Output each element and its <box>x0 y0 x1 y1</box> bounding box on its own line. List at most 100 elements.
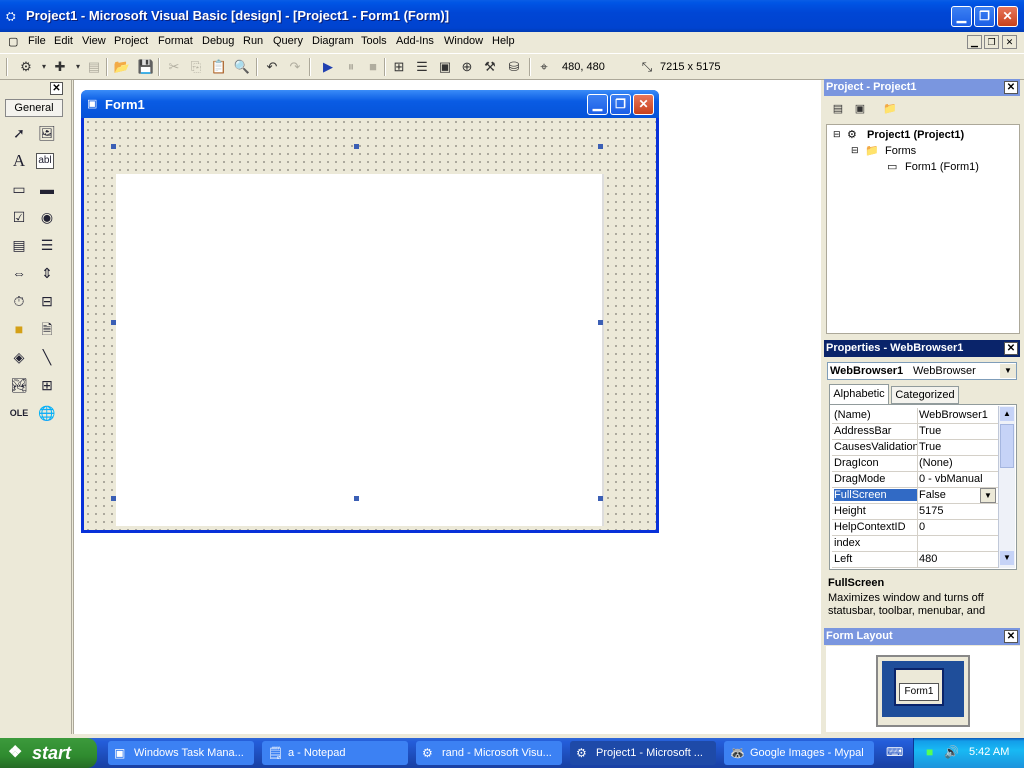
mdi-minimize-button[interactable]: ▁ <box>967 35 982 49</box>
add-form-icon[interactable]: ✚ <box>50 57 70 77</box>
menu-view[interactable]: View <box>82 35 106 47</box>
tree-forms-folder[interactable]: Forms <box>885 145 916 157</box>
vb-app-icon[interactable]: ⛭ <box>6 9 20 23</box>
dropdown-arrow-icon[interactable]: ▼ <box>980 488 996 503</box>
maximize-button[interactable]: ❐ <box>974 6 995 27</box>
paste-icon[interactable]: 📋 <box>209 57 229 77</box>
property-value[interactable]: 0 - vbManual <box>919 473 983 485</box>
property-scrollbar[interactable]: ▲ ▼ <box>998 406 1015 568</box>
resize-handle[interactable] <box>111 144 116 149</box>
cut-icon[interactable]: ✂ <box>164 57 184 77</box>
volume-icon[interactable]: 🔊 <box>944 745 959 759</box>
property-value[interactable]: 5175 <box>919 505 943 517</box>
property-row[interactable]: (Name) WebBrowser1 <box>832 408 998 424</box>
object-selector[interactable]: WebBrowser1 WebBrowser ▼ <box>827 362 1017 380</box>
property-row[interactable]: Height 5175 <box>832 504 998 520</box>
hscrollbar-tool-icon[interactable]: ⇔ <box>8 262 30 284</box>
tree-form1-item[interactable]: Form1 (Form1) <box>905 161 979 173</box>
menu-query[interactable]: Query <box>273 35 303 47</box>
picturebox-tool-icon[interactable]: 🖼 <box>36 122 58 144</box>
copy-icon[interactable]: ⎘ <box>186 57 206 77</box>
start-icon[interactable]: ▶ <box>318 57 338 77</box>
tree-project-root[interactable]: Project1 (Project1) <box>867 129 964 141</box>
minimize-button[interactable]: ▁ <box>951 6 972 27</box>
task-button[interactable]: ▣ Windows Task Mana... <box>108 741 254 765</box>
property-row[interactable]: DragIcon (None) <box>832 456 998 472</box>
form-designer-window[interactable]: ▣ Form1 ▁ ❐ ✕ <box>81 90 659 533</box>
task-button-active[interactable]: ⚙ Project1 - Microsoft ... <box>570 741 716 765</box>
dirlistbox-tool-icon[interactable]: ■ <box>8 318 30 340</box>
keyboard-icon[interactable]: ⌨ <box>886 745 903 759</box>
property-value[interactable]: False <box>919 489 946 501</box>
resize-handle[interactable] <box>598 144 603 149</box>
toolbox-tab-general[interactable]: General <box>5 99 63 117</box>
form-close-button[interactable]: ✕ <box>633 94 654 115</box>
task-button[interactable]: 🦝 Google Images - Mypal <box>724 741 874 765</box>
scroll-thumb[interactable] <box>1000 424 1014 468</box>
label-tool-icon[interactable]: A <box>8 150 30 172</box>
save-icon[interactable]: 💾 <box>136 57 156 77</box>
tab-alphabetic[interactable]: Alphabetic <box>829 384 889 404</box>
commandbutton-tool-icon[interactable]: ▬ <box>36 178 58 200</box>
data-view-icon[interactable]: ⛁ <box>504 57 524 77</box>
resize-handle[interactable] <box>354 144 359 149</box>
property-row[interactable]: DragMode 0 - vbManual <box>832 472 998 488</box>
menu-editor-icon[interactable]: ▤ <box>84 57 104 77</box>
resize-handle[interactable] <box>598 320 603 325</box>
line-tool-icon[interactable]: ╲ <box>36 346 58 368</box>
property-row-selected[interactable]: FullScreen False ▼ <box>832 488 998 504</box>
undo-icon[interactable]: ↶ <box>262 57 282 77</box>
task-button[interactable]: 🗒 a - Notepad <box>262 741 408 765</box>
close-button[interactable]: ✕ <box>997 6 1018 27</box>
end-icon[interactable]: ■ <box>363 57 383 77</box>
resize-handle[interactable] <box>111 496 116 501</box>
ole-tool-icon[interactable]: OLE <box>8 402 30 424</box>
menu-window[interactable]: Window <box>444 35 483 47</box>
scroll-up-icon[interactable]: ▲ <box>1000 407 1014 421</box>
break-icon[interactable]: ⏸ <box>341 57 361 77</box>
menu-run[interactable]: Run <box>243 35 263 47</box>
toolbox-icon[interactable]: ⚒ <box>480 57 500 77</box>
shape-tool-icon[interactable]: ◈ <box>8 346 30 368</box>
property-row[interactable]: index <box>832 536 998 552</box>
object-browser-icon[interactable]: ⊕ <box>457 57 477 77</box>
clock[interactable]: 5:42 AM <box>969 746 1009 758</box>
network-icon[interactable]: ■ <box>926 745 933 759</box>
form-design-grid[interactable] <box>84 118 656 530</box>
resize-handle[interactable] <box>111 320 116 325</box>
textbox-tool-icon[interactable]: abl <box>36 153 54 169</box>
redo-icon[interactable]: ↷ <box>285 57 305 77</box>
checkbox-tool-icon[interactable]: ☑ <box>8 206 30 228</box>
menu-edit[interactable]: Edit <box>54 35 73 47</box>
listbox-tool-icon[interactable]: ☰ <box>36 234 58 256</box>
add-project-icon[interactable]: ⚙ <box>16 57 36 77</box>
collapse-icon[interactable]: ⊟ <box>833 129 841 140</box>
filelistbox-tool-icon[interactable]: 🗎 <box>36 318 58 340</box>
dropdown-arrow-icon[interactable]: ▼ <box>1000 364 1016 378</box>
property-value[interactable]: 480 <box>919 553 937 565</box>
toggle-folders-icon[interactable]: 📁 <box>880 99 900 119</box>
combobox-tool-icon[interactable]: ▤ <box>8 234 30 256</box>
property-value[interactable]: True <box>919 441 941 453</box>
pointer-tool-icon[interactable]: ➚ <box>8 122 30 144</box>
menu-file[interactable]: File <box>28 35 46 47</box>
mdi-restore-button[interactable]: ❐ <box>984 35 999 49</box>
vscrollbar-tool-icon[interactable]: ⇕ <box>36 262 58 284</box>
drivelistbox-tool-icon[interactable]: ⊟ <box>36 290 58 312</box>
property-row[interactable]: CausesValidation True <box>832 440 998 456</box>
property-value[interactable]: 0 <box>919 521 925 533</box>
project-explorer-icon[interactable]: ⊞ <box>389 57 409 77</box>
task-button[interactable]: ⚙ rand - Microsoft Visu... <box>416 741 562 765</box>
optionbutton-tool-icon[interactable]: ◉ <box>36 206 58 228</box>
menu-tools[interactable]: Tools <box>361 35 387 47</box>
mdi-close-button[interactable]: ✕ <box>1002 35 1017 49</box>
resize-handle[interactable] <box>598 496 603 501</box>
property-value[interactable]: True <box>919 425 941 437</box>
form-maximize-button[interactable]: ❐ <box>610 94 631 115</box>
webbrowser-control[interactable] <box>116 174 604 526</box>
properties-close-button[interactable]: ✕ <box>1004 342 1018 355</box>
frame-tool-icon[interactable]: ▭ <box>8 178 30 200</box>
menu-help[interactable]: Help <box>492 35 515 47</box>
project-close-button[interactable]: ✕ <box>1004 81 1018 94</box>
property-row[interactable]: HelpContextID 0 <box>832 520 998 536</box>
